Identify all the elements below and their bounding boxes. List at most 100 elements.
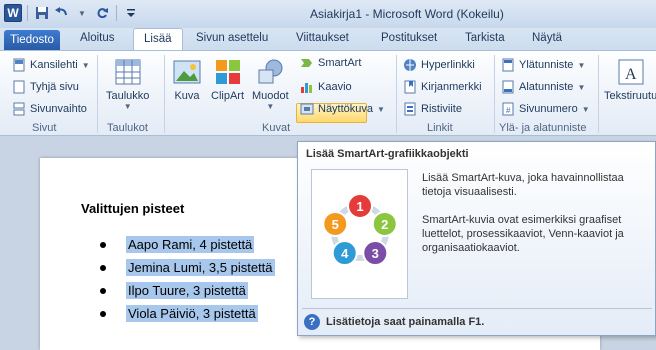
hyperlink-label: Hyperlinkki: [421, 59, 475, 71]
chevron-down-icon: ▼: [577, 60, 586, 70]
header-label: Ylätunniste: [519, 59, 574, 71]
chart-button[interactable]: Kaavio: [300, 78, 352, 96]
page-number-label: Sivunumero: [519, 103, 578, 115]
page-number-icon: #: [501, 102, 515, 116]
tab-mailings[interactable]: Postitukset: [381, 32, 437, 44]
chart-icon: [300, 80, 314, 94]
smartart-button[interactable]: SmartArt: [300, 54, 361, 72]
screenshot-icon: [300, 102, 314, 116]
smartart-preview-image: 1 23 45: [311, 169, 408, 299]
tab-file[interactable]: Tiedosto: [4, 30, 60, 50]
header-icon: [501, 58, 515, 72]
shapes-icon: [258, 59, 283, 84]
toolbar-divider: [27, 5, 28, 21]
table-label: Taulukko: [106, 90, 150, 102]
toolbar-divider: [116, 5, 117, 21]
footer-label: Alatunniste: [519, 81, 574, 93]
list-item-text[interactable]: Aapo Rami, 4 pistettä: [126, 236, 255, 253]
list-item: Jemina Lumi, 3,5 pistettä: [100, 256, 275, 279]
bullet-icon: [100, 287, 106, 294]
chart-label: Kaavio: [318, 81, 352, 93]
chevron-down-icon: ▼: [266, 102, 275, 111]
list-item-text[interactable]: Jemina Lumi, 3,5 pistettä: [126, 259, 275, 276]
customize-icon[interactable]: [122, 4, 140, 22]
group-label-links: Linkit: [427, 122, 453, 134]
list-item: Aapo Rami, 4 pistettä: [100, 233, 275, 256]
redo-icon[interactable]: [93, 4, 111, 22]
textbox-label: Tekstiruutu: [604, 90, 656, 102]
blank-page-label: Tyhjä sivu: [30, 81, 79, 93]
hyperlink-icon: [403, 58, 417, 72]
tab-home[interactable]: Aloitus: [80, 32, 115, 44]
shapes-button[interactable]: Muodot ▼: [252, 57, 289, 111]
smartart-icon: [300, 56, 314, 70]
chevron-down-icon: ▼: [123, 102, 132, 111]
group-label-illustrations: Kuvat: [262, 122, 291, 134]
textbox-button[interactable]: A Tekstiruutu: [604, 57, 656, 102]
cross-reference-icon: [403, 102, 417, 116]
tab-page-layout[interactable]: Sivun asettelu: [196, 32, 268, 44]
bookmark-label: Kirjanmerkki: [421, 81, 482, 93]
chevron-down-icon: ▼: [577, 82, 586, 92]
chevron-down-icon: ▼: [81, 60, 90, 70]
smartart-label: SmartArt: [318, 57, 362, 69]
table-button[interactable]: Taulukko ▼: [106, 57, 149, 111]
list-item-text[interactable]: Ilpo Tuure, 3 pistettä: [126, 282, 248, 299]
bookmark-icon: [403, 80, 417, 94]
picture-button[interactable]: Kuva: [172, 57, 202, 102]
table-icon: [115, 59, 141, 85]
blank-page-button[interactable]: Tyhjä sivu: [12, 78, 79, 96]
clipart-label: ClipArt: [211, 90, 245, 102]
header-button[interactable]: Ylätunniste ▼: [501, 56, 585, 74]
screenshot-label: Näyttökuva: [318, 103, 374, 115]
tab-review[interactable]: Tarkista: [465, 32, 505, 44]
page-number-button[interactable]: # Sivunumero ▼: [501, 100, 590, 118]
undo-dropdown-icon[interactable]: ▼: [73, 4, 91, 22]
tab-references[interactable]: Viittaukset: [296, 32, 349, 44]
tooltip-description: Lisää SmartArt-kuva, joka havainnollista…: [422, 171, 652, 269]
group-divider: [396, 55, 397, 133]
group-label-tables: Taulukot: [107, 122, 148, 134]
bullet-icon: [100, 310, 106, 317]
quick-access-toolbar: W ▼: [4, 4, 140, 22]
clipart-button[interactable]: ClipArt: [211, 57, 244, 102]
bullet-icon: [100, 264, 106, 271]
save-icon[interactable]: [33, 4, 51, 22]
tooltip-paragraph-2: SmartArt-kuvia ovat esimerkiksi graafise…: [422, 214, 624, 254]
tab-insert[interactable]: Lisää: [133, 28, 183, 51]
hyperlink-button[interactable]: Hyperlinkki: [403, 56, 475, 74]
page-break-button[interactable]: Sivunvaihto: [12, 100, 87, 118]
smartart-preview-number: 5: [332, 217, 339, 232]
bookmark-button[interactable]: Kirjanmerkki: [403, 78, 482, 96]
shapes-label: Muodot: [252, 90, 289, 102]
word-logo-icon[interactable]: W: [4, 4, 22, 22]
smartart-preview-number: 4: [341, 246, 349, 261]
cross-reference-label: Ristiviite: [421, 103, 462, 115]
picture-icon: [173, 60, 201, 84]
smartart-preview-number: 2: [381, 217, 388, 232]
window-title: Asiakirja1 - Microsoft Word (Kokeilu): [310, 7, 504, 21]
page-break-icon: [12, 102, 26, 116]
clipart-icon: [215, 60, 240, 84]
tab-view[interactable]: Näytä: [532, 32, 562, 44]
document-heading: Valittujen pisteet: [81, 201, 185, 216]
smartart-preview-number: 3: [372, 246, 379, 261]
footer-button[interactable]: Alatunniste ▼: [501, 78, 585, 96]
svg-text:A: A: [625, 66, 637, 83]
list-item-text[interactable]: Viola Päiviö, 3 pistettä: [126, 305, 258, 322]
cover-page-button[interactable]: Kansilehti ▼: [12, 56, 90, 74]
group-divider: [494, 55, 495, 133]
blank-page-icon: [12, 80, 26, 94]
list-item: Viola Päiviö, 3 pistettä: [100, 302, 275, 325]
textbox-icon: A: [618, 59, 644, 85]
tooltip-title: Lisää SmartArt-grafiikkaobjekti: [306, 148, 469, 160]
smartart-preview-number: 1: [356, 199, 363, 214]
title-bar: W ▼ Asiakirja1 - Microsoft Word (Kokeilu…: [0, 0, 656, 28]
tooltip-help[interactable]: ? Lisätietoja saat painamalla F1.: [304, 314, 484, 330]
group-divider: [97, 55, 98, 133]
ribbon-insert: Kansilehti ▼ Tyhjä sivu Sivunvaihto Sivut…: [0, 50, 656, 136]
screenshot-button[interactable]: Näyttökuva ▼: [300, 100, 385, 118]
cover-page-label: Kansilehti: [30, 59, 78, 71]
undo-icon[interactable]: [53, 4, 71, 22]
cross-reference-button[interactable]: Ristiviite: [403, 100, 462, 118]
